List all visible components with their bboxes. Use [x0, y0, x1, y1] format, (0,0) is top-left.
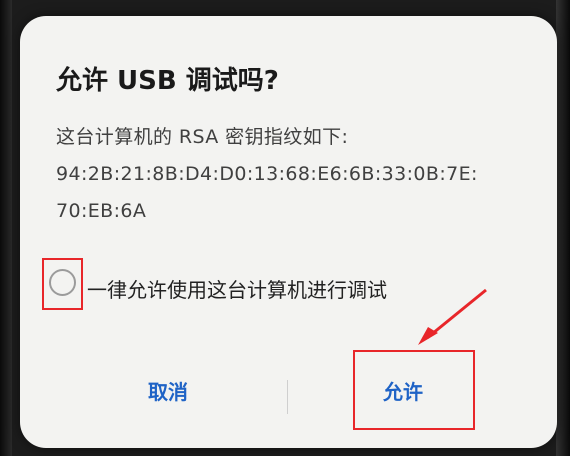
cancel-button[interactable]: 取消	[148, 376, 188, 405]
allow-button[interactable]: 允许	[383, 376, 423, 405]
device-left-edge	[0, 0, 12, 456]
always-allow-checkbox[interactable]	[49, 269, 76, 296]
device-right-edge	[556, 0, 570, 456]
always-allow-highlight-box	[42, 258, 83, 310]
dialog-title: 允许 USB 调试吗?	[56, 66, 279, 96]
usb-debugging-dialog: 允许 USB 调试吗? 这台计算机的 RSA 密钥指纹如下: 94:2B:21:…	[20, 16, 557, 448]
rsa-fingerprint-line-1: 94:2B:21:8B:D4:D0:13:68:E6:6B:33:0B:7E:	[56, 163, 478, 185]
always-allow-label[interactable]: 一律允许使用这台计算机进行调试	[87, 274, 387, 303]
rsa-message: 这台计算机的 RSA 密钥指纹如下:	[56, 126, 349, 148]
button-divider	[287, 380, 288, 414]
rsa-fingerprint-line-2: 70:EB:6A	[56, 200, 147, 222]
